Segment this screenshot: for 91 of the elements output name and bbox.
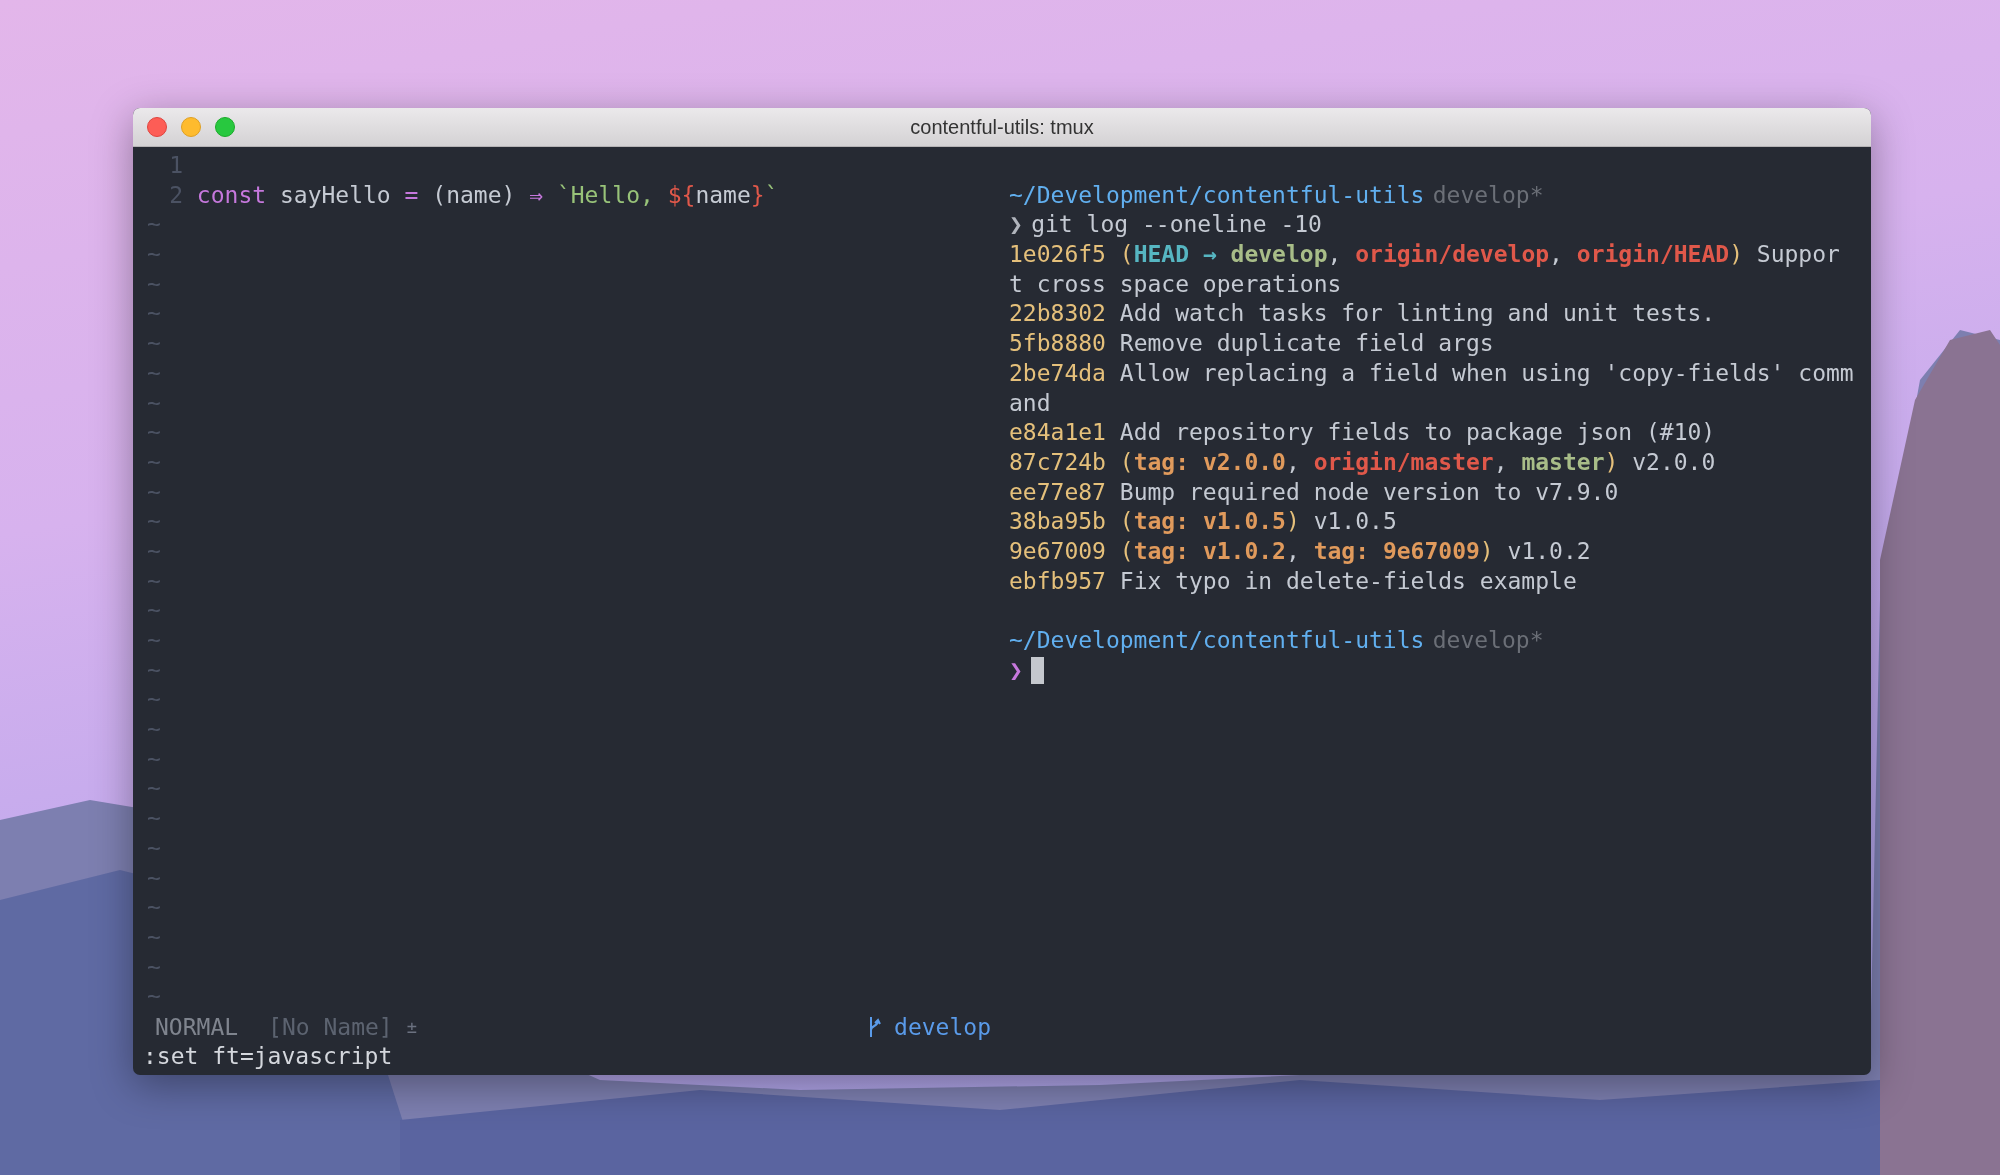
commit-hash: 9e67009 bbox=[1009, 536, 1106, 566]
commit-hash: 38ba95b bbox=[1009, 507, 1106, 537]
empty-line-marker: ~ bbox=[147, 447, 161, 477]
ref-bracket: ) bbox=[1729, 240, 1743, 270]
ref-bracket: ( bbox=[1118, 447, 1134, 477]
empty-line-marker: ~ bbox=[147, 210, 161, 240]
log-text: , bbox=[1493, 447, 1509, 477]
log-text: , bbox=[1285, 536, 1301, 566]
log-text: Allow replacing a field when using 'copy-fields' comm bbox=[1118, 358, 1854, 388]
empty-line-marker: ~ bbox=[147, 507, 161, 537]
branch-ref: master bbox=[1521, 447, 1605, 477]
log-text: , bbox=[1549, 240, 1564, 270]
tag-ref: tag: v1.0.5 bbox=[1133, 507, 1286, 537]
empty-line-marker: ~ bbox=[147, 715, 161, 745]
empty-line-marker: ~ bbox=[147, 536, 161, 566]
log-text: v2.0.0 bbox=[1631, 447, 1716, 477]
zoom-button[interactable] bbox=[215, 117, 235, 137]
ref-bracket: ) bbox=[1285, 507, 1300, 537]
git-branch: develop* bbox=[1432, 626, 1544, 655]
empty-line-marker: ~ bbox=[147, 893, 161, 923]
command-text: git log --oneline -10 bbox=[1031, 210, 1322, 240]
log-text: Bump required node version to v7.9.0 bbox=[1118, 477, 1619, 507]
mode-indicator: NORMAL bbox=[155, 1013, 239, 1040]
empty-line-marker: ~ bbox=[147, 240, 161, 270]
remote-ref: origin/master bbox=[1313, 447, 1494, 477]
empty-line-marker: ~ bbox=[147, 804, 161, 834]
empty-line-marker: ~ bbox=[147, 863, 161, 893]
prompt-icon: ❯ bbox=[1009, 210, 1023, 241]
empty-line-marker: ~ bbox=[147, 388, 161, 418]
log-text: Suppor bbox=[1755, 240, 1840, 270]
head-ref: HEAD → bbox=[1133, 240, 1217, 270]
log-text: Remove duplicate field args bbox=[1118, 329, 1494, 359]
code-line: const sayHello = (name) ⇒ `Hello, ${name}` bbox=[196, 180, 779, 210]
commit-hash: 22b8302 bbox=[1009, 299, 1106, 329]
minimize-button[interactable] bbox=[181, 117, 201, 137]
empty-line-marker: ~ bbox=[147, 358, 161, 388]
branch-icon bbox=[868, 1014, 883, 1039]
tag-ref: tag: 9e67009 bbox=[1313, 536, 1480, 566]
directory-path: ~/Development/contentful-utils bbox=[1009, 626, 1425, 655]
empty-line-marker: ~ bbox=[147, 922, 161, 952]
log-text: , bbox=[1327, 240, 1343, 270]
close-button[interactable] bbox=[147, 117, 167, 137]
commit-hash: 87c724b bbox=[1009, 447, 1106, 477]
commit-hash: 5fb8880 bbox=[1009, 329, 1106, 359]
branch-ref: develop bbox=[1229, 240, 1328, 270]
command-line[interactable]: :set ft=javascript bbox=[133, 1041, 393, 1072]
empty-line-marker: ~ bbox=[147, 626, 161, 655]
ref-bracket: ( bbox=[1118, 240, 1134, 270]
file-name: [No Name] bbox=[268, 1013, 393, 1040]
empty-line-marker: ~ bbox=[147, 299, 161, 329]
log-text: Fix typo in delete-fields example bbox=[1118, 566, 1577, 596]
commit-hash: 1e026f5 bbox=[1009, 240, 1106, 270]
empty-line-marker: ~ bbox=[147, 952, 161, 982]
empty-line-marker: ~ bbox=[147, 982, 161, 1012]
remote-ref: origin/HEAD bbox=[1576, 240, 1730, 270]
empty-line-marker: ~ bbox=[147, 477, 161, 507]
empty-line-marker: ~ bbox=[147, 269, 161, 299]
empty-line-marker: ~ bbox=[147, 329, 161, 359]
empty-line-marker: ~ bbox=[147, 685, 161, 715]
commit-hash: ebfb957 bbox=[1009, 566, 1106, 596]
cursor-block bbox=[1031, 657, 1045, 685]
git-branch: develop* bbox=[1432, 180, 1544, 210]
branch-name: develop bbox=[894, 1013, 991, 1040]
empty-line-marker: ~ bbox=[147, 596, 161, 626]
empty-line-marker: ~ bbox=[147, 774, 161, 804]
ref-bracket: ( bbox=[1118, 536, 1134, 566]
window-title: contentful-utils: tmux bbox=[910, 115, 1094, 139]
directory-path: ~/Development/contentful-utils bbox=[1009, 180, 1425, 210]
commit-hash: 2be74da bbox=[1009, 358, 1106, 388]
empty-line-marker: ~ bbox=[147, 566, 161, 596]
log-text: v1.0.2 bbox=[1506, 536, 1591, 566]
log-text: , bbox=[1285, 447, 1301, 477]
ref-bracket: ) bbox=[1479, 536, 1494, 566]
log-text: Add watch tasks for linting and unit tests. bbox=[1118, 299, 1716, 329]
empty-line-marker: ~ bbox=[147, 418, 161, 448]
remote-ref: origin/develop bbox=[1355, 240, 1550, 270]
tag-ref: tag: v1.0.2 bbox=[1133, 536, 1286, 566]
log-text: and bbox=[1009, 388, 1051, 418]
ref-bracket: ( bbox=[1118, 507, 1134, 537]
log-text: v1.0.5 bbox=[1312, 507, 1397, 537]
prompt-icon: ❯ bbox=[1009, 655, 1023, 686]
empty-line-marker: ~ bbox=[147, 655, 161, 685]
modified-indicator: ± bbox=[406, 1016, 417, 1037]
empty-line-marker: ~ bbox=[147, 744, 161, 774]
log-text: Add repository fields to package json (#10) bbox=[1118, 418, 1716, 448]
log-text: t cross space operations bbox=[1009, 269, 1342, 299]
empty-line-marker: ~ bbox=[147, 833, 161, 863]
commit-hash: e84a1e1 bbox=[1009, 418, 1106, 448]
ref-bracket: ) bbox=[1604, 447, 1619, 477]
commit-hash: ee77e87 bbox=[1009, 477, 1106, 507]
tag-ref: tag: v2.0.0 bbox=[1133, 447, 1286, 477]
